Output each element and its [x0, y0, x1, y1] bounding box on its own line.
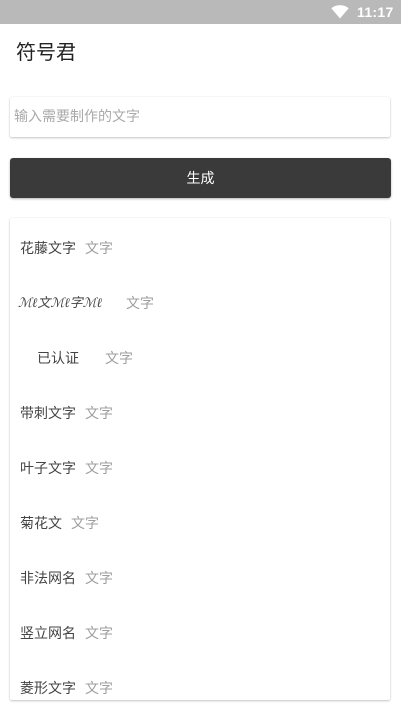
list-item-name: 已认证 [37, 351, 79, 367]
list-item-tag: 文字 [85, 681, 113, 697]
list-item[interactable]: 菊花文 文字 [10, 496, 390, 551]
text-input[interactable] [14, 97, 382, 137]
wifi-icon [331, 5, 349, 19]
list-item[interactable]: 非法网名 文字 [10, 551, 390, 606]
text-input-card [10, 97, 390, 137]
app-bar: 符号君 [0, 24, 401, 80]
list-item[interactable]: 带刺文字 文字 [10, 386, 390, 441]
list-item-tag: 文字 [85, 626, 113, 642]
list-item-name: 菱形文字 [20, 681, 76, 697]
list-item[interactable]: 花藤文字 文字 [10, 221, 390, 276]
generate-button[interactable]: 生成 [10, 158, 391, 198]
list-item[interactable]: 竖立网名 文字 [10, 606, 390, 661]
list-item-name: 非法网名 [20, 571, 76, 587]
status-bar: 11:17 [0, 0, 401, 24]
list-item-tag: 文字 [126, 296, 154, 312]
list-item-tag: 文字 [85, 406, 113, 422]
list-item-tag: 文字 [105, 351, 133, 367]
list-item-tag: 文字 [85, 461, 113, 477]
list-item[interactable]: 菱形文字 文字 [10, 661, 390, 700]
list-item[interactable]: 已认证 文字 [10, 331, 390, 386]
list-item-tag: 文字 [71, 516, 99, 532]
list-item[interactable]: ℳℓ文ℳℓ字ℳℓ 文字 [10, 276, 390, 331]
style-list: 花藤文字 文字 ℳℓ文ℳℓ字ℳℓ 文字 已认证 文字 带刺文字 文字 叶子文字 … [10, 218, 390, 700]
list-item-name: 带刺文字 [20, 406, 76, 422]
list-item-name: 菊花文 [20, 516, 62, 532]
list-item-name: 花藤文字 [20, 241, 76, 257]
list-item-tag: 文字 [85, 241, 113, 257]
list-item-name: 叶子文字 [20, 461, 76, 477]
status-time: 11:17 [357, 4, 394, 20]
list-item-name: ℳℓ文ℳℓ字ℳℓ [18, 296, 102, 311]
list-item-name: 竖立网名 [20, 626, 76, 642]
list-item-tag: 文字 [85, 571, 113, 587]
app-title: 符号君 [16, 40, 76, 64]
list-item[interactable]: 叶子文字 文字 [10, 441, 390, 496]
